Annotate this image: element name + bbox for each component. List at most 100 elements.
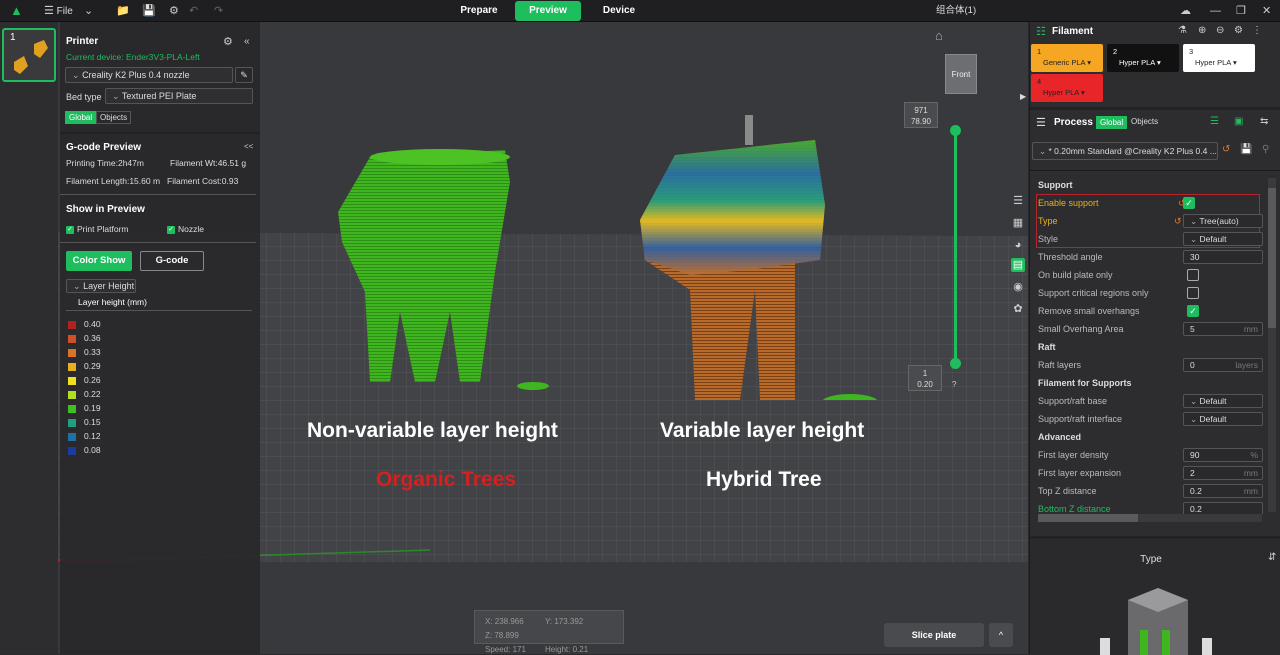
layers-icon[interactable]: ☰ (1011, 194, 1025, 208)
slider-bottom-height: 0.20 (917, 380, 933, 389)
legend-value: 0.36 (84, 333, 101, 343)
scope-objects[interactable]: Objects (96, 111, 132, 124)
type-select[interactable]: ⌄ Tree(auto) (1183, 214, 1263, 228)
grid-view-icon[interactable]: ▦ (1011, 216, 1025, 230)
slider-help[interactable]: ? (952, 380, 956, 389)
style-select[interactable]: ⌄ Default (1183, 232, 1263, 246)
tab-preview[interactable]: Preview (515, 1, 581, 21)
minimize-icon[interactable]: — (1210, 0, 1221, 22)
slice-plate-button[interactable]: Slice plate (884, 623, 984, 647)
scope-global[interactable]: Global (65, 111, 97, 124)
type-label: Type (1038, 216, 1058, 226)
layer-slider-top-handle[interactable] (950, 125, 961, 136)
enable-support-label: Enable support (1038, 198, 1099, 208)
redo-icon[interactable]: ↷ (214, 0, 223, 22)
filament-tile-2[interactable]: 2 Hyper PLA ▾ (1107, 44, 1179, 72)
enable-support-checkbox[interactable]: ✓ (1183, 197, 1195, 209)
process-preset-select[interactable]: ⌄ * 0.20mm Standard @Creality K2 Plus 0.… (1032, 142, 1218, 160)
open-folder-icon[interactable]: 📁 (116, 0, 130, 22)
tab-prepare[interactable]: Prepare (444, 1, 514, 21)
coord-x: X: 238.966 (485, 617, 524, 626)
remove-filament-icon[interactable]: ⊖ (1216, 25, 1224, 36)
search-icon[interactable]: ⚲ (1262, 144, 1269, 155)
critical-regions-checkbox[interactable] (1187, 287, 1199, 299)
raft-base-select[interactable]: ⌄ Default (1183, 394, 1263, 408)
legend-swatch (68, 390, 76, 399)
bottom-z-row: Bottom Z distance 0.2 (1038, 500, 1268, 514)
legend-type-value: Layer Height (83, 281, 135, 291)
reset-icon[interactable]: ↺ (1174, 212, 1182, 230)
process-global[interactable]: Global (1096, 116, 1128, 129)
undo-icon[interactable]: ↶ (189, 0, 198, 22)
printer-settings-icon[interactable]: ⚙ (223, 35, 233, 48)
filament-tile-3[interactable]: 3 Hyper PLA ▾ (1183, 44, 1255, 72)
printer-select[interactable]: ⌄ Creality K2 Plus 0.4 nozzle (65, 67, 233, 83)
edit-printer-icon[interactable]: ✎ (235, 67, 253, 83)
nozzle-toggle[interactable]: ✓ Nozzle (167, 224, 204, 234)
view-cube[interactable]: Front (945, 54, 977, 94)
slider-top-readout: 971 78.90 (904, 102, 938, 128)
color-show-button[interactable]: Color Show (66, 251, 132, 271)
layer-slider-bottom-handle[interactable] (950, 358, 961, 369)
filament-settings-icon[interactable]: ⚙ (1234, 25, 1243, 36)
speed-icon[interactable]: ◕ (1011, 238, 1025, 252)
small-overhang-input[interactable]: 5 mm (1183, 322, 1263, 336)
slider-bottom-readout: 1 0.20 (908, 365, 942, 391)
add-filament-icon[interactable]: ⊕ (1198, 25, 1206, 36)
legend-type-select[interactable]: ⌄ Layer Height (66, 279, 136, 293)
filament-sync-icon[interactable]: ⚗ (1178, 25, 1187, 36)
threshold-input[interactable]: 30 (1183, 250, 1263, 264)
collapse-preview-icon[interactable]: << (244, 142, 253, 151)
compare-icon[interactable]: ▣ (1234, 116, 1243, 127)
bed-type-select[interactable]: ⌄ Textured PEI Plate (105, 88, 253, 104)
maximize-icon[interactable]: ❐ (1236, 0, 1246, 22)
file-menu[interactable]: ☰ File (44, 0, 73, 22)
collapse-type-icon[interactable]: ⇵ (1268, 552, 1276, 563)
process-icon: ☰ (1036, 117, 1046, 129)
gcode-button[interactable]: G-code (140, 251, 204, 271)
filament-more-icon[interactable]: ⋮ (1252, 25, 1262, 36)
tab-device[interactable]: Device (584, 1, 654, 21)
layer-slider-track[interactable] (954, 130, 957, 364)
chart-icon[interactable]: ▤ (1011, 258, 1025, 272)
filament-cost: Filament Cost:0.93 (167, 176, 239, 186)
slice-options-button[interactable]: ^ (989, 623, 1013, 647)
first-density-input[interactable]: 90% (1183, 448, 1263, 462)
collapse-icon[interactable]: « (244, 36, 250, 47)
home-icon[interactable]: ⌂ (935, 28, 943, 43)
cloud-upload-icon[interactable]: ☁ (1180, 0, 1191, 22)
type-preview-panel: Type ⇵ (1030, 540, 1280, 655)
plate-thumbnail[interactable]: 1 (2, 28, 56, 82)
raft-interface-select[interactable]: ⌄ Default (1183, 412, 1263, 426)
top-z-row: Top Z distance 0.2 mm (1038, 482, 1268, 500)
first-expansion-input[interactable]: 2 mm (1183, 466, 1263, 480)
model-hybrid-tree[interactable] (630, 110, 890, 400)
model-organic-trees[interactable] (330, 142, 520, 392)
close-icon[interactable]: ✕ (1262, 0, 1271, 22)
settings-list[interactable]: Support Enable support ↺ ✓ Type ↺ ⌄ Tree(aut… (1030, 174, 1268, 514)
camera-icon[interactable]: ◉ (1011, 280, 1025, 294)
process-objects[interactable]: Objects (1128, 116, 1161, 129)
panel-toggle-icon[interactable]: ▶ (1020, 92, 1028, 104)
settings-scrollbar[interactable] (1268, 178, 1276, 512)
swap-icon[interactable]: ⇆ (1260, 116, 1268, 127)
print-platform-toggle[interactable]: ✓ Print Platform (66, 224, 129, 234)
filament-tile-4[interactable]: 4 Hyper PLA ▾ (1031, 74, 1103, 102)
save-preset-icon[interactable]: 💾 (1240, 144, 1252, 155)
remove-overhangs-checkbox[interactable]: ✓ (1187, 305, 1199, 317)
chevron-down-icon[interactable]: ⌄ (84, 0, 93, 22)
filament-name: Generic PLA (1043, 58, 1086, 67)
bottom-z-input[interactable]: 0.2 (1183, 502, 1263, 514)
legend-value: 0.19 (84, 403, 101, 413)
build-plate-only-checkbox[interactable] (1187, 269, 1199, 281)
gear-icon[interactable]: ⚙ (169, 0, 179, 22)
raft-layers-input[interactable]: 0 layers (1183, 358, 1263, 372)
filament-tile-1[interactable]: 1 Generic PLA ▾ (1031, 44, 1103, 72)
list-view-icon[interactable]: ☰ (1210, 116, 1219, 127)
reset-icon[interactable]: ↺ (1222, 144, 1230, 155)
settings-cluster-icon[interactable]: ✿ (1011, 302, 1025, 316)
bottom-z-value: 0.2 (1190, 504, 1202, 514)
save-icon[interactable]: 💾 (142, 0, 156, 22)
top-z-input[interactable]: 0.2 mm (1183, 484, 1263, 498)
settings-hscrollbar[interactable] (1038, 514, 1262, 522)
